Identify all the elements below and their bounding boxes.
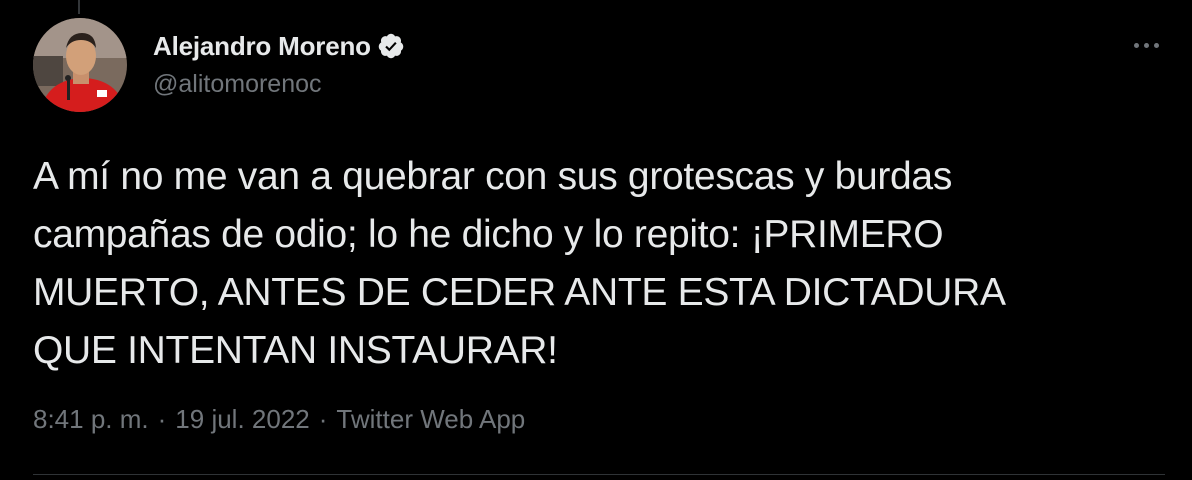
tweet-metadata: 8:41 p. m. · 19 jul. 2022 · Twitter Web …: [33, 404, 525, 435]
meta-separator: ·: [318, 404, 328, 434]
tweet-time[interactable]: 8:41 p. m.: [33, 404, 149, 435]
avatar[interactable]: [33, 18, 127, 112]
thread-connector-line: [78, 0, 80, 14]
more-options-icon[interactable]: [1126, 32, 1166, 58]
tweet-text: A mí no me van a quebrar con sus grotesc…: [33, 155, 1006, 372]
divider: [33, 474, 1165, 475]
tweet-date[interactable]: 19 jul. 2022: [175, 404, 309, 435]
tweet-source[interactable]: Twitter Web App: [336, 404, 525, 435]
author-name-row[interactable]: Alejandro Moreno: [153, 28, 405, 64]
more-dot: [1153, 42, 1159, 48]
author-handle[interactable]: @alitomorenoc: [153, 70, 322, 99]
more-dot: [1133, 42, 1139, 48]
avatar-image: [33, 18, 127, 112]
verified-badge-icon: [377, 32, 405, 60]
more-dot: [1143, 42, 1149, 48]
author-name[interactable]: Alejandro Moreno: [153, 31, 371, 62]
meta-separator: ·: [157, 404, 167, 434]
